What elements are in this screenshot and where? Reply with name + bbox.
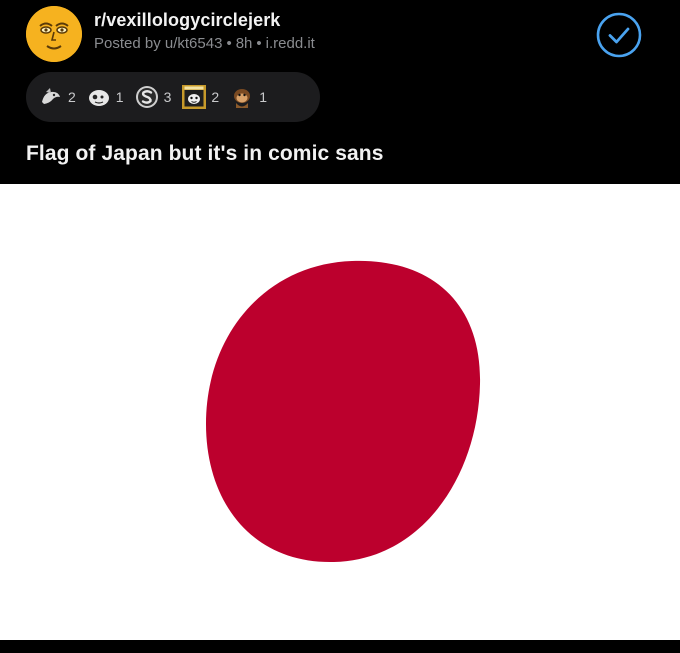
sun-face-icon: [26, 6, 82, 62]
silver-s-icon: [135, 86, 158, 108]
post-header: r/vexillologycirclejerk Posted by u/kt65…: [0, 0, 680, 184]
awards-bar[interactable]: 2 1 3 2 1: [26, 72, 320, 122]
wholesome-seal-icon: [42, 88, 60, 104]
japan-flag-image: [0, 184, 680, 640]
bottom-bar: [0, 640, 680, 653]
award-count: 2: [68, 89, 76, 105]
reddit-post-screen: r/vexillologycirclejerk Posted by u/kt65…: [0, 0, 680, 653]
author-link[interactable]: Posted by u/kt6543: [94, 35, 222, 52]
ghost-face-icon: [88, 90, 109, 106]
award-take-my-energy[interactable]: 2: [181, 84, 219, 110]
award-ghost-face[interactable]: 1: [86, 84, 124, 110]
award-count: 1: [115, 89, 124, 105]
post-domain[interactable]: i.redd.it: [266, 35, 315, 52]
post-meta: Posted by u/kt6543 • 8h • i.redd.it: [94, 35, 315, 52]
award-count: 1: [259, 89, 267, 105]
meta-separator: •: [256, 35, 262, 52]
award-silver[interactable]: 3: [134, 84, 172, 110]
joined-check-icon[interactable]: [596, 12, 642, 58]
subreddit-name[interactable]: r/vexillologycirclejerk: [94, 10, 280, 31]
award-monkey[interactable]: 1: [229, 84, 267, 110]
award-count: 3: [163, 89, 172, 105]
post-age: 8h: [235, 35, 253, 52]
subreddit-avatar[interactable]: [26, 6, 82, 62]
award-wholesome-seal[interactable]: 2: [38, 84, 76, 110]
monkey-icon: [234, 89, 251, 108]
post-image[interactable]: [0, 184, 680, 640]
award-count: 2: [211, 89, 220, 105]
post-title[interactable]: Flag of Japan but it's in comic sans: [26, 142, 384, 166]
meta-separator: •: [226, 35, 232, 52]
take-my-energy-icon: [182, 85, 207, 109]
